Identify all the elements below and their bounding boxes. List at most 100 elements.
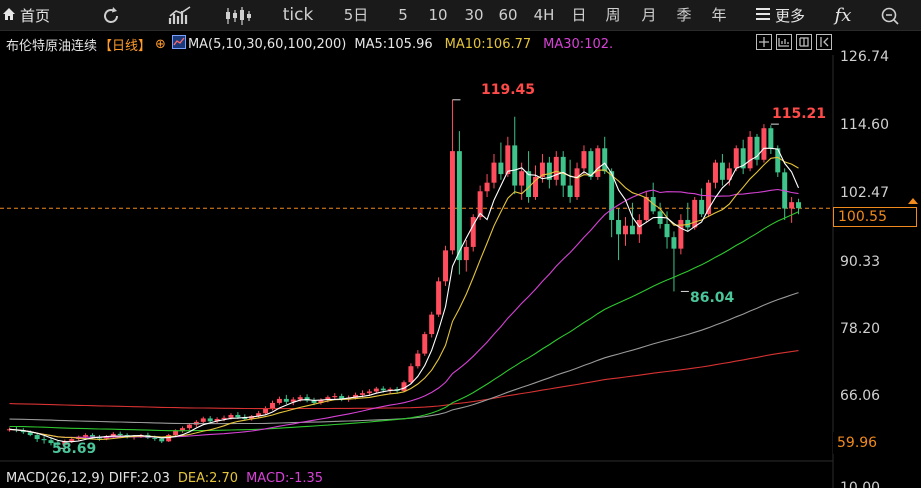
menu-icon [755, 7, 771, 25]
refresh-icon[interactable] [98, 0, 124, 31]
candle-body [519, 171, 525, 186]
candle-body [664, 223, 670, 238]
candle-body [263, 408, 269, 414]
panel-layout-icon[interactable] [796, 34, 812, 50]
candle-body [629, 225, 635, 235]
candle-body [643, 197, 649, 220]
candle-body [768, 128, 774, 149]
candle-body [456, 151, 462, 261]
candle-body [623, 225, 628, 235]
candle-body [408, 366, 414, 383]
candle-body [332, 396, 338, 398]
candle-body [34, 435, 40, 440]
high-annotation-2: 115.21 [772, 106, 827, 122]
candle-body [671, 237, 677, 249]
candlestick-chart[interactable] [0, 0, 921, 488]
ma10-value: MA10:106.77 [444, 36, 532, 52]
candle-body [436, 281, 442, 315]
candle-body [567, 185, 573, 198]
home-label: 首页 [20, 7, 51, 25]
collapse-panel-icon[interactable] [816, 34, 832, 50]
candle-body [616, 219, 622, 235]
ma-params[interactable]: MA(5,10,30,60,100,200) [188, 37, 346, 52]
candle-body [512, 145, 518, 186]
crosshair-icon[interactable] [756, 34, 772, 50]
macd-value: MACD:-1.35 [246, 470, 324, 486]
period-30min[interactable]: 30 [460, 0, 488, 31]
candle-body [380, 388, 386, 391]
candle-body [41, 439, 47, 441]
low-annotation-1: 58.69 [52, 441, 97, 457]
candle-body [269, 402, 275, 409]
home-button[interactable]: 首页 [0, 0, 50, 31]
candlestick-icon[interactable] [223, 0, 255, 31]
zoom-out-icon[interactable] [878, 0, 902, 31]
candle-body [207, 418, 213, 422]
formula-icon[interactable]: fx [830, 0, 856, 31]
high-annotation-1: 119.45 [481, 82, 536, 98]
chart-type-icon[interactable] [166, 0, 196, 31]
ma-settings-icon[interactable] [171, 35, 186, 53]
axis-label-66: 66.06 [840, 388, 881, 404]
macd-info-bar: MACD(26,12,9) DIFF:2.03 DEA:2.70 MACD:-1… [0, 468, 323, 488]
candle-body [498, 162, 504, 175]
toolbar: 首页 tick 5日 5 10 30 60 4H 日 周 月 季 年 更多 fx [0, 0, 921, 31]
candle-body [678, 219, 684, 249]
period-year[interactable]: 年 [706, 0, 732, 31]
add-symbol-icon[interactable]: ⊕ [155, 37, 166, 52]
bottom-price-tag: 59.96 [833, 432, 917, 454]
period-5day[interactable]: 5日 [340, 0, 372, 31]
macd-dea: DEA:2.70 [177, 470, 239, 486]
period-week[interactable]: 周 [600, 0, 626, 31]
candle-body [491, 162, 497, 183]
period-label[interactable]: 【日线】 [99, 35, 151, 54]
macd-params[interactable]: MACD(26,12,9) [6, 471, 105, 486]
period-month[interactable]: 月 [636, 0, 662, 31]
period-day[interactable]: 日 [566, 0, 592, 31]
low-annotation-2: 86.04 [690, 290, 735, 306]
candle-body [574, 168, 580, 198]
candle-body [228, 414, 234, 418]
ma30-value: MA30:102. [543, 36, 614, 52]
more-button[interactable]: 更多 [755, 0, 805, 31]
candle-body [747, 136, 753, 169]
period-10min[interactable]: 10 [424, 0, 452, 31]
layout-buttons [756, 34, 832, 50]
candle-body [180, 428, 185, 431]
candle-body [297, 397, 303, 400]
candle-body [90, 435, 96, 437]
ma10-line [9, 156, 799, 441]
candle-body [415, 353, 421, 367]
split-layout-icon[interactable] [776, 34, 792, 50]
candle-body [366, 391, 372, 394]
candle-body [359, 393, 365, 395]
candle-body [373, 388, 379, 392]
axis-label-114: 114.60 [840, 117, 889, 133]
candle-body [429, 314, 435, 335]
period-4h[interactable]: 4H [528, 0, 560, 31]
macd-diff: DIFF:2.03 [108, 470, 170, 486]
period-tick[interactable]: tick [278, 0, 318, 31]
more-label: 更多 [775, 7, 806, 25]
candle-body [692, 199, 698, 228]
period-season[interactable]: 季 [671, 0, 697, 31]
price-up-arrow-icon [908, 198, 918, 204]
candle-body [311, 400, 317, 403]
instrument-name[interactable]: 布伦特原油连续 [0, 35, 97, 54]
axis-label-78: 78.20 [840, 321, 881, 337]
macd-axis-label: 10.00 [840, 480, 881, 488]
period-60min[interactable]: 60 [494, 0, 522, 31]
candle-body [83, 435, 89, 437]
home-icon [2, 7, 16, 25]
candle-body [595, 148, 601, 177]
candle-body [699, 199, 705, 215]
candle-body [235, 414, 241, 418]
candle-body [443, 250, 449, 282]
period-5min[interactable]: 5 [392, 0, 414, 31]
candle-body [422, 334, 428, 354]
candle-body [152, 437, 158, 439]
candle-body [276, 398, 282, 403]
candle-body [712, 162, 718, 183]
candle-body [553, 156, 559, 180]
candle-body [484, 182, 490, 192]
